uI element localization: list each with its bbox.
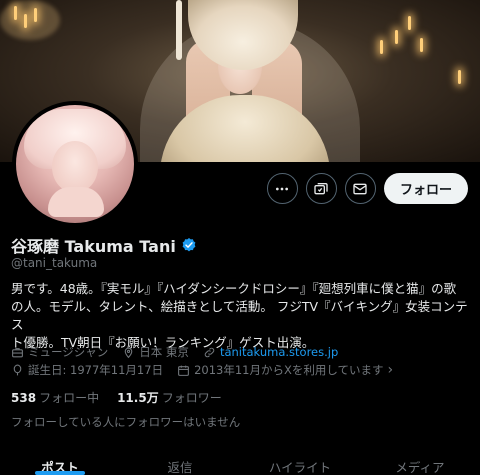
location-pin-icon: [124, 347, 133, 358]
followers-link[interactable]: 11.5万 フォロワー: [117, 389, 222, 406]
profile-tabs: ポスト 返信 ハイライト メディア: [0, 450, 480, 475]
location-text: 日本 東京: [139, 345, 189, 359]
tab-label: メディア: [395, 460, 445, 475]
profile-avatar[interactable]: [12, 101, 138, 227]
chevron-right-icon: ›: [387, 362, 394, 378]
birthday-text: 誕生日: 1977年11月17日: [28, 363, 164, 377]
active-tab-indicator: [35, 471, 85, 475]
profile-meta: ミュージシャン 日本 東京 tanitakuma.stores.jp 誕生日: …: [11, 343, 473, 379]
website-item[interactable]: tanitakuma.stores.jp: [203, 343, 338, 361]
chandelier-light: [380, 40, 383, 54]
chandelier-light: [34, 8, 37, 22]
tab-posts[interactable]: ポスト: [0, 450, 120, 475]
chandelier-light: [458, 70, 461, 84]
bio-line: 男です。48歳。『実モル』『ハイダンシークドロシー』『廻想列車に僕と猫』の歌: [11, 281, 457, 296]
avatar-heart-hands: [48, 187, 104, 217]
chandelier-light: [408, 16, 411, 30]
follow-button[interactable]: フォロー: [383, 173, 468, 204]
joined-item[interactable]: 2013年11月からXを利用しています ›: [177, 361, 393, 379]
more-button[interactable]: [266, 173, 298, 204]
location-item: 日本 東京: [122, 343, 189, 361]
tab-label: 返信: [167, 460, 193, 475]
verified-badge-icon[interactable]: [181, 237, 197, 253]
chandelier-light: [395, 30, 398, 44]
chandelier-light: [24, 14, 27, 28]
profile-name-row: 谷琢磨 Takuma Tani: [11, 233, 197, 257]
following-label: フォロー中: [39, 391, 100, 405]
tab-replies[interactable]: 返信: [120, 450, 240, 475]
balloon-icon: [13, 364, 22, 375]
tab-label: ハイライト: [268, 460, 332, 475]
calendar-icon: [178, 365, 189, 376]
category-item: ミュージシャン: [11, 343, 108, 361]
profile-actions: フォロー: [266, 173, 468, 204]
mutual-followers-note: フォローしている人にフォロワーはいません: [11, 415, 241, 429]
briefcase-icon: [12, 347, 23, 357]
website-link[interactable]: tanitakuma.stores.jp: [220, 343, 338, 361]
following-count: 538: [11, 391, 37, 405]
tab-highlights[interactable]: ハイライト: [240, 450, 360, 475]
profile-handle: @tani_takuma: [11, 256, 98, 270]
message-icon: [353, 183, 368, 194]
more-icon: [276, 187, 289, 190]
chandelier-light: [14, 6, 17, 20]
followers-label: フォロワー: [161, 391, 222, 405]
followers-count: 11.5万: [117, 391, 159, 405]
banner-umbrella: [176, 0, 182, 60]
subscribe-button[interactable]: [305, 173, 337, 204]
birthday-item: 誕生日: 1977年11月17日: [11, 361, 163, 379]
profile-bio: 男です。48歳。『実モル』『ハイダンシークドロシー』『廻想列車に僕と猫』の歌 の…: [11, 280, 473, 352]
display-name: 谷琢磨 Takuma Tani: [11, 237, 176, 256]
avatar-face: [52, 141, 98, 193]
link-icon: [204, 347, 215, 357]
joined-text: 2013年11月からXを利用しています: [194, 363, 384, 377]
following-link[interactable]: 538 フォロー中: [11, 389, 99, 406]
chandelier-light: [420, 38, 423, 52]
tab-media[interactable]: メディア: [360, 450, 480, 475]
category-text: ミュージシャン: [28, 345, 109, 359]
message-button[interactable]: [344, 173, 376, 204]
bio-line: の人。モデル、タレント、絵描きとして活動。 フジTV『バイキング』女装コンテス: [11, 299, 468, 332]
profile-stats: 538 フォロー中 11.5万 フォロワー: [11, 389, 222, 406]
subscribe-icon: [314, 182, 329, 194]
